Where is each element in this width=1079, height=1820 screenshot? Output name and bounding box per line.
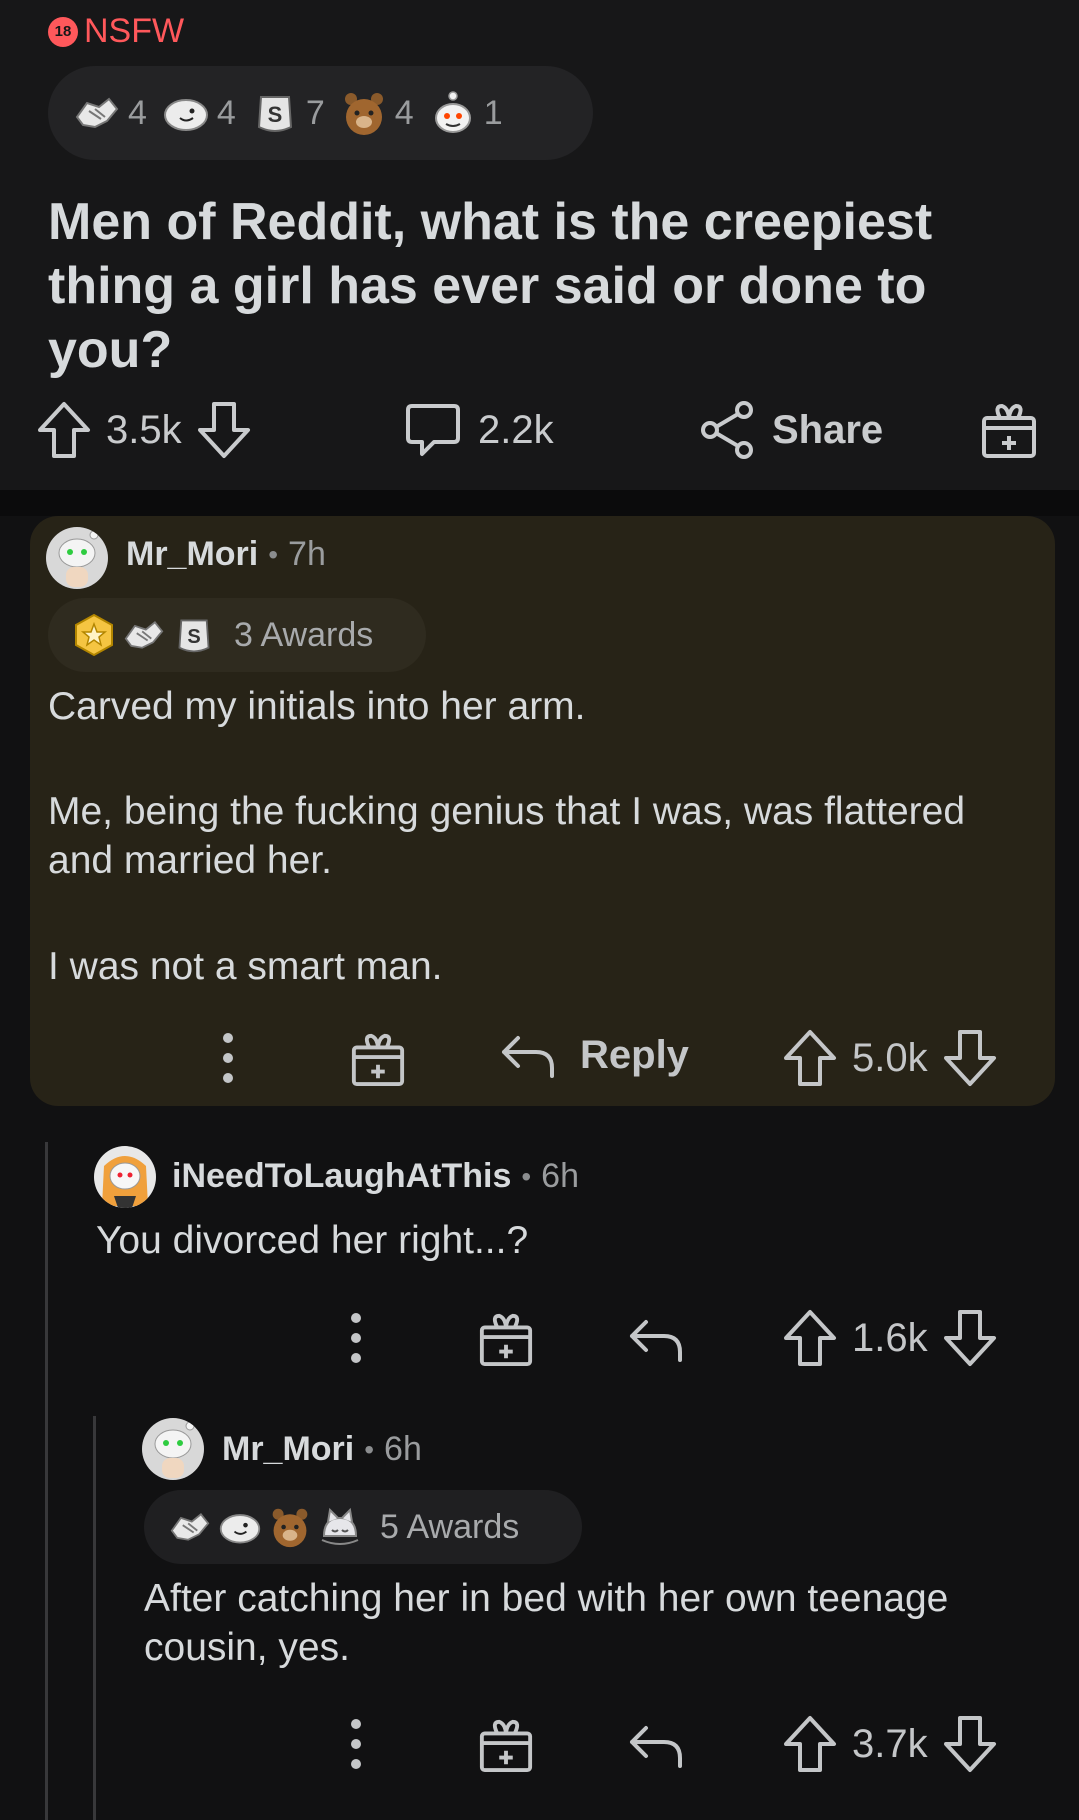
comment-paragraph: I was not a smart man. (48, 945, 443, 988)
sleeping-cat-award-icon (318, 1505, 362, 1549)
award-handshake: 4 (72, 88, 147, 138)
comment-author[interactable]: Mr_Mori (222, 1430, 354, 1469)
silver-award-icon: S (172, 613, 216, 657)
comment-awards[interactable]: 5 Awards (144, 1490, 582, 1564)
meta-separator: • (364, 1433, 375, 1465)
award-snoo: 1 (428, 88, 503, 138)
wholesome-seal-award-icon (161, 88, 211, 138)
awards-count-label: 3 Awards (234, 615, 374, 654)
meta-separator: • (521, 1160, 532, 1192)
upvote-arrow-icon[interactable] (36, 400, 92, 460)
comment-actions: 1.6k (0, 1300, 1079, 1380)
award-count: 4 (216, 93, 236, 132)
post-divider (0, 490, 1079, 516)
award-count: 4 (128, 93, 147, 132)
downvote-arrow-icon[interactable] (942, 1028, 998, 1088)
svg-text:S: S (187, 626, 200, 648)
bear-award-icon (339, 88, 389, 138)
share-icon (698, 400, 756, 460)
comment-text: You divorced her right...? (96, 1219, 529, 1262)
more-options-icon[interactable] (346, 1310, 366, 1366)
award-count: 4 (394, 93, 414, 132)
avatar[interactable] (46, 527, 108, 589)
comment-actions: Reply 5.0k (0, 1020, 1079, 1100)
share-button[interactable]: Share (698, 400, 883, 460)
award-bear: 4 (339, 88, 414, 138)
wholesome-seal-award-icon (218, 1505, 262, 1549)
avatar[interactable] (94, 1146, 156, 1208)
comment-score: 3.7k (852, 1721, 928, 1766)
post-card: 18 NSFW 4 4 S 7 4 1 Men of Reddit, what … (0, 0, 1079, 490)
avatar[interactable] (142, 1418, 204, 1480)
award-count: 1 (483, 93, 503, 132)
post-awards[interactable]: 4 4 S 7 4 1 (48, 66, 593, 160)
reply-label: Reply (580, 1032, 689, 1077)
comment-score: 1.6k (852, 1315, 928, 1360)
comment-awards[interactable]: S 3 Awards (48, 598, 426, 672)
gift-award-icon[interactable] (350, 1030, 406, 1088)
silver-award-icon: S (250, 88, 300, 138)
comment-paragraph: Me, being the fucking genius that I was,… (48, 790, 966, 882)
reply-arrow-icon[interactable] (626, 1314, 684, 1364)
snoo-avatar-icon (142, 1418, 204, 1480)
award-count: 7 (305, 93, 325, 132)
comments-button[interactable]: 2.2k (404, 400, 554, 460)
comment-text: After catching her in bed with her own t… (144, 1577, 949, 1669)
comment-count: 2.2k (478, 407, 554, 452)
reply-button[interactable]: Reply (498, 1030, 689, 1080)
downvote-arrow-icon[interactable] (942, 1308, 998, 1368)
downvote-arrow-icon[interactable] (196, 400, 252, 460)
upvote-arrow-icon[interactable] (782, 1028, 838, 1088)
comment-meta: Mr_Mori • 7h (126, 535, 326, 574)
post-title[interactable]: Men of Reddit, what is the creepiest thi… (48, 190, 1038, 382)
give-award-button[interactable] (980, 400, 1038, 460)
comment-author[interactable]: Mr_Mori (126, 535, 258, 574)
gold-star-award-icon (72, 613, 116, 657)
bear-award-icon (268, 1505, 312, 1549)
comment-vote-group: 5.0k (782, 1028, 998, 1088)
reply-arrow-icon (498, 1030, 556, 1080)
svg-text:S: S (268, 102, 283, 127)
more-options-icon[interactable] (218, 1030, 238, 1086)
comment-time: 6h (541, 1157, 579, 1195)
gift-award-icon (980, 400, 1038, 460)
snoo-wave-award-icon (428, 88, 478, 138)
post-score: 3.5k (106, 407, 182, 452)
post-vote-group: 3.5k (36, 400, 252, 460)
award-silver: S 7 (250, 88, 325, 138)
comment-meta: Mr_Mori • 6h (222, 1430, 422, 1469)
share-label: Share (772, 407, 884, 452)
handshake-award-icon (72, 88, 122, 138)
comment-vote-group: 1.6k (782, 1308, 998, 1368)
nsfw-tag: 18 NSFW (48, 12, 184, 51)
handshake-award-icon (168, 1505, 212, 1549)
downvote-arrow-icon[interactable] (942, 1714, 998, 1774)
reply-arrow-icon[interactable] (626, 1720, 684, 1770)
comment-time: 6h (384, 1430, 422, 1468)
comment-author[interactable]: iNeedToLaughAtThis (172, 1157, 511, 1196)
awards-count-label: 5 Awards (380, 1507, 520, 1546)
comment-meta: iNeedToLaughAtThis • 6h (172, 1157, 579, 1196)
comment-time: 7h (288, 535, 326, 573)
comment-paragraph: Carved my initials into her arm. (48, 685, 586, 728)
comment-vote-group: 3.7k (782, 1714, 998, 1774)
nsfw-18-badge: 18 (48, 16, 78, 47)
comment-score: 5.0k (852, 1035, 928, 1080)
comment-bubble-icon (404, 400, 462, 460)
snoo-avatar-icon (46, 527, 108, 589)
handshake-award-icon (122, 613, 166, 657)
more-options-icon[interactable] (346, 1716, 366, 1772)
meta-separator: • (268, 538, 279, 570)
post-action-bar: 3.5k 2.2k Share (36, 390, 1046, 470)
nsfw-label: NSFW (84, 12, 185, 50)
award-wholesome: 4 (161, 88, 236, 138)
upvote-arrow-icon[interactable] (782, 1308, 838, 1368)
gift-award-icon[interactable] (478, 1716, 534, 1774)
snoo-avatar-icon (94, 1146, 156, 1208)
upvote-arrow-icon[interactable] (782, 1714, 838, 1774)
gift-award-icon[interactable] (478, 1310, 534, 1368)
comment-actions: 3.7k (0, 1706, 1079, 1786)
